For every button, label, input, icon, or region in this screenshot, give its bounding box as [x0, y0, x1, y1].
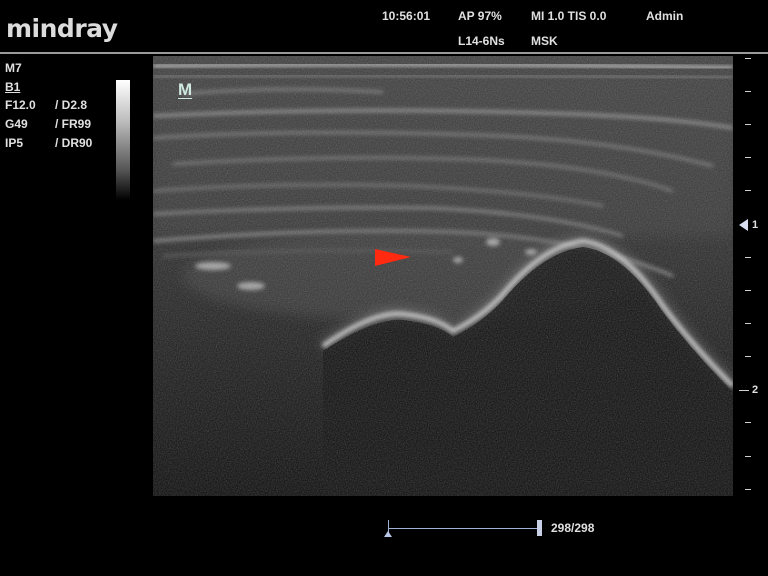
depth-tick — [745, 422, 751, 423]
depth-tick — [745, 323, 751, 324]
cine-frame-count: 298/298 — [551, 521, 595, 535]
param-image-process: IP5 — [5, 136, 24, 150]
cine-scrub-track[interactable] — [388, 528, 540, 529]
mindray-logo: mindray — [6, 14, 118, 43]
depth-tick — [745, 290, 751, 291]
cine-scrub-handle[interactable] — [537, 520, 542, 536]
orientation-marker: M — [178, 80, 193, 99]
acoustic-power: AP 97% — [458, 9, 502, 23]
mi-tis-readout: MI 1.0 TIS 0.0 — [531, 9, 607, 23]
depth-tick-major — [739, 390, 749, 391]
param-row: G49 / FR99 — [5, 117, 91, 131]
exam-preset: MSK — [531, 34, 558, 48]
param-gain: G49 — [5, 117, 28, 131]
depth-tick — [745, 489, 751, 490]
depth-tick — [745, 124, 751, 125]
depth-tick — [745, 456, 751, 457]
param-dynamic-range: / DR90 — [55, 136, 93, 150]
mode-label: M7 — [5, 61, 22, 75]
depth-tick — [745, 356, 751, 357]
param-freq: F12.0 — [5, 98, 36, 112]
focus-marker-icon[interactable] — [739, 219, 749, 231]
cine-start-arrow-icon[interactable] — [384, 531, 392, 537]
depth-tick — [745, 91, 751, 92]
user-name: Admin — [646, 9, 684, 23]
param-frame-rate: / FR99 — [55, 117, 92, 131]
depth-tick — [745, 190, 751, 191]
probe-name: L14-6Ns — [458, 34, 505, 48]
depth-label-2: 2 — [752, 384, 759, 396]
ultrasound-image[interactable] — [153, 56, 733, 496]
param-row: F12.0 / D2.8 — [5, 98, 87, 112]
depth-tick — [745, 157, 751, 158]
image-label: B1 — [5, 80, 21, 94]
param-depth: / D2.8 — [55, 98, 88, 112]
depth-tick — [745, 58, 751, 59]
header-divider — [0, 52, 768, 54]
clock-time: 10:56:01 — [382, 9, 431, 23]
depth-tick — [745, 257, 751, 258]
depth-label-1: 1 — [752, 219, 759, 231]
param-row: IP5 / DR90 — [5, 136, 92, 150]
grayscale-bar — [116, 80, 130, 200]
